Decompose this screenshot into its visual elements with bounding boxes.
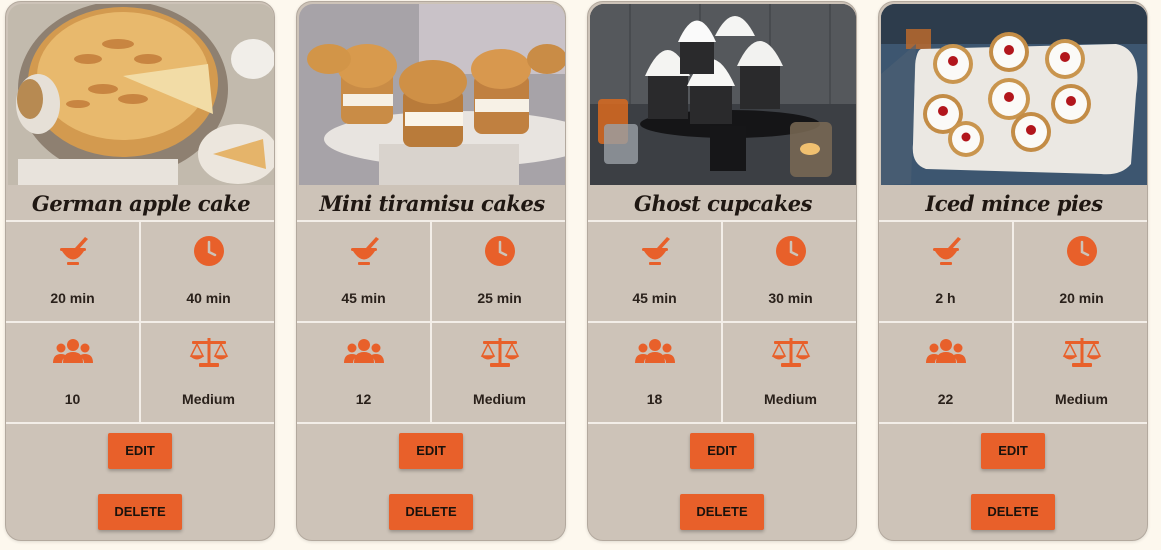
recipe-stats: 20 min 40 min 10 Medium: [6, 222, 274, 424]
recipe-title: German apple cake: [6, 185, 274, 222]
servings-stat: 12: [297, 323, 432, 424]
recipe-photo: [8, 4, 274, 185]
delete-button[interactable]: DELETE: [389, 494, 473, 530]
prep-time-value: 2 h: [935, 290, 956, 306]
difficulty-value: Medium: [182, 391, 235, 407]
balance-scale-icon: [480, 335, 520, 369]
difficulty-stat: Medium: [723, 323, 856, 424]
difficulty-value: Medium: [764, 391, 817, 407]
mortar-pestle-icon: [926, 234, 966, 268]
balance-scale-icon: [189, 335, 229, 369]
recipe-card: Mini tiramisu cakes 45 min 25 min 12 Med…: [296, 1, 566, 541]
balance-scale-icon: [1062, 335, 1102, 369]
delete-button[interactable]: DELETE: [680, 494, 764, 530]
servings-value: 10: [64, 391, 81, 407]
clock-icon: [1062, 234, 1102, 268]
recipe-card-list: German apple cake 20 min 40 min 10 Mediu…: [0, 0, 1161, 550]
prep-time-stat: 45 min: [588, 222, 723, 323]
recipe-stats: 2 h 20 min 22 Medium: [879, 222, 1147, 424]
recipe-title: Ghost cupcakes: [588, 185, 856, 222]
users-icon: [925, 335, 966, 369]
recipe-photo: [881, 4, 1147, 185]
cook-time-stat: 25 min: [432, 222, 565, 323]
servings-value: 22: [937, 391, 954, 407]
clock-icon: [480, 234, 520, 268]
difficulty-value: Medium: [1055, 391, 1108, 407]
servings-value: 12: [355, 391, 372, 407]
cook-time-value: 20 min: [1059, 290, 1104, 306]
cook-time-stat: 30 min: [723, 222, 856, 323]
difficulty-stat: Medium: [1014, 323, 1147, 424]
recipe-title: Mini tiramisu cakes: [297, 185, 565, 222]
mortar-pestle-icon: [53, 234, 93, 268]
edit-button[interactable]: EDIT: [399, 433, 463, 469]
cook-time-value: 25 min: [477, 290, 522, 306]
servings-stat: 18: [588, 323, 723, 424]
cook-time-value: 40 min: [186, 290, 231, 306]
recipe-photo: [299, 4, 565, 185]
recipe-card: Ghost cupcakes 45 min 30 min 18 Medium E…: [587, 1, 857, 541]
users-icon: [634, 335, 675, 369]
delete-button[interactable]: DELETE: [971, 494, 1055, 530]
recipe-card: German apple cake 20 min 40 min 10 Mediu…: [5, 1, 275, 541]
difficulty-value: Medium: [473, 391, 526, 407]
servings-stat: 22: [879, 323, 1014, 424]
prep-time-stat: 45 min: [297, 222, 432, 323]
recipe-stats: 45 min 25 min 12 Medium: [297, 222, 565, 424]
mortar-pestle-icon: [635, 234, 675, 268]
recipe-photo: [590, 4, 856, 185]
delete-button[interactable]: DELETE: [98, 494, 182, 530]
edit-button[interactable]: EDIT: [981, 433, 1045, 469]
clock-icon: [189, 234, 229, 268]
users-icon: [343, 335, 384, 369]
difficulty-stat: Medium: [432, 323, 565, 424]
prep-time-value: 45 min: [632, 290, 677, 306]
servings-stat: 10: [6, 323, 141, 424]
edit-button[interactable]: EDIT: [690, 433, 754, 469]
prep-time-value: 45 min: [341, 290, 386, 306]
recipe-stats: 45 min 30 min 18 Medium: [588, 222, 856, 424]
difficulty-stat: Medium: [141, 323, 274, 424]
cook-time-stat: 40 min: [141, 222, 274, 323]
mortar-pestle-icon: [344, 234, 384, 268]
cook-time-value: 30 min: [768, 290, 813, 306]
cook-time-stat: 20 min: [1014, 222, 1147, 323]
prep-time-value: 20 min: [50, 290, 95, 306]
recipe-card: Iced mince pies 2 h 20 min 22 Medium EDI…: [878, 1, 1148, 541]
edit-button[interactable]: EDIT: [108, 433, 172, 469]
prep-time-stat: 2 h: [879, 222, 1014, 323]
clock-icon: [771, 234, 811, 268]
balance-scale-icon: [771, 335, 811, 369]
users-icon: [52, 335, 93, 369]
recipe-title: Iced mince pies: [879, 185, 1147, 222]
servings-value: 18: [646, 391, 663, 407]
prep-time-stat: 20 min: [6, 222, 141, 323]
